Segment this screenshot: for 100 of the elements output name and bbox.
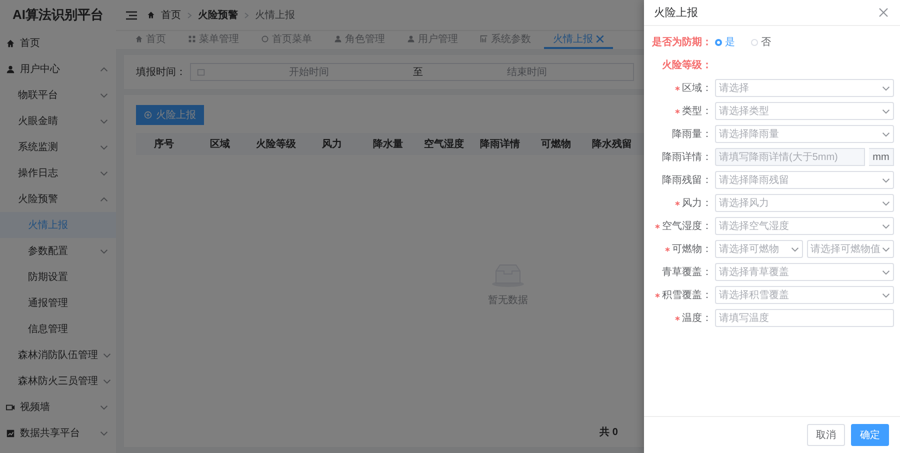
chevron-icon — [100, 404, 108, 410]
select-field[interactable]: 请选择积雪覆盖 — [715, 286, 894, 304]
calendar-icon — [197, 68, 205, 76]
sidebar-item[interactable]: 火险预警 — [0, 186, 116, 212]
chevron-icon — [882, 292, 890, 298]
chevron-icon — [100, 196, 108, 202]
chevron-icon — [882, 178, 890, 182]
chevron-icon — [103, 352, 111, 358]
chevron-icon — [882, 108, 890, 114]
chevron-icon — [882, 86, 890, 90]
select-field[interactable]: 请选择可燃物值 — [806, 240, 894, 258]
sidebar-item[interactable]: 火眼金睛 — [0, 108, 116, 134]
circle-icon — [261, 35, 269, 43]
grid-icon — [188, 35, 196, 43]
sidebar-item[interactable]: 系统监测 — [0, 134, 116, 160]
home-icon — [135, 35, 143, 43]
form-label: 类型： — [682, 106, 712, 117]
select-field[interactable]: 请选择风力 — [715, 194, 894, 212]
home-icon — [147, 11, 155, 19]
select-field[interactable]: 请选择 — [715, 79, 894, 97]
chevron-icon — [100, 170, 108, 176]
form-label: 温度： — [682, 313, 712, 324]
video-camera-icon — [6, 402, 15, 412]
sidebar-item[interactable]: 森林消防队伍管理 — [0, 342, 116, 368]
select-field[interactable]: 请选择降雨量 — [715, 125, 894, 143]
sidebar-item[interactable]: 用户中心 — [0, 56, 116, 82]
sidebar-item[interactable]: 首页 — [0, 30, 116, 56]
date-range-field[interactable]: 开始时间 至 结束时间 — [190, 63, 634, 81]
form-label: 是否为防期： — [651, 36, 713, 49]
sidebar-item[interactable]: 通报管理 — [0, 290, 116, 316]
form-label: 积雪覆盖： — [662, 290, 712, 301]
column-header: 降水量 — [372, 138, 404, 151]
plus-circle-icon — [144, 111, 152, 119]
select-field[interactable]: 请选择类型 — [715, 102, 894, 120]
chevron-icon — [100, 430, 108, 436]
form-label: 可燃物： — [672, 244, 712, 255]
chevron-icon — [790, 246, 798, 252]
total-count: 共 0 — [600, 426, 618, 439]
drawer-title: 火险上报 — [654, 6, 698, 20]
sidebar-item[interactable]: 参数配置 — [0, 238, 116, 264]
column-header: 降雨详情 — [479, 137, 521, 151]
chevron-icon — [100, 144, 108, 150]
radio-option[interactable]: 是 — [715, 35, 735, 49]
chevron-icon — [100, 118, 108, 124]
column-header: 降水残留 — [591, 138, 633, 151]
form-label: 区域： — [682, 83, 712, 94]
form-label: 降雨残留： — [662, 175, 712, 186]
sidebar-item[interactable]: 物联平台 — [0, 82, 116, 108]
sidebar-item[interactable]: 森林防火三员管理 — [0, 368, 116, 394]
form-label: 空气湿度： — [662, 221, 712, 232]
close-icon[interactable] — [596, 35, 604, 43]
column-header: 空气湿度 — [423, 137, 465, 151]
form-label: 降雨量： — [672, 129, 712, 140]
form-label: 风力： — [682, 198, 712, 209]
add-button[interactable]: 火险上报 — [136, 105, 204, 125]
column-header: 火险等级 — [255, 138, 297, 151]
chevron-icon — [103, 378, 111, 384]
tab[interactable]: 火情上报 — [544, 31, 613, 49]
input-field[interactable]: 请填写降雨详情(大于5mm) — [715, 148, 865, 166]
cancel-button[interactable]: 取消 — [807, 424, 845, 446]
radio-option[interactable]: 否 — [751, 35, 771, 49]
chevron-icon — [100, 92, 108, 98]
confirm-button[interactable]: 确定 — [851, 424, 889, 446]
sidebar-item[interactable]: 视频墙 — [0, 394, 116, 420]
form-label: 降雨详情： — [662, 152, 712, 163]
chevron-icon — [244, 12, 249, 18]
select-field[interactable]: 请选择降雨残留 — [715, 171, 894, 189]
chevron-icon — [882, 224, 890, 228]
chevron-icon — [882, 200, 890, 206]
breadcrumb-item[interactable]: 首页 — [161, 8, 181, 22]
unit-label: mm — [869, 148, 894, 166]
user-icon — [6, 64, 15, 74]
select-field[interactable]: 请选择可燃物 — [715, 240, 802, 258]
chevron-icon — [100, 66, 108, 72]
chart-icon — [480, 35, 488, 43]
sidebar-item[interactable]: 操作日志 — [0, 160, 116, 186]
user-icon — [407, 35, 415, 43]
breadcrumb-item: 火情上报 — [255, 8, 295, 22]
column-header: 区域 — [209, 138, 231, 151]
sidebar-item[interactable]: 防期设置 — [0, 264, 116, 290]
select-field[interactable]: 请选择空气湿度 — [715, 217, 894, 235]
close-icon[interactable] — [879, 8, 888, 17]
menu-icon[interactable] — [126, 10, 137, 20]
input-field[interactable]: 请填写温度 — [715, 309, 894, 327]
select-field[interactable]: 请选择青草覆盖 — [715, 263, 894, 281]
column-header: 风力 — [321, 138, 343, 151]
form-label: 青草覆盖： — [662, 267, 712, 278]
filter-label: 填报时间： — [136, 66, 186, 79]
column-header: 序号 — [153, 137, 175, 151]
form-label: 火险等级： — [661, 58, 713, 72]
chevron-icon — [882, 246, 890, 252]
column-header: 可燃物 — [540, 138, 572, 151]
app-title: AI算法识别平台 — [12, 6, 104, 24]
chevron-icon — [882, 270, 890, 274]
breadcrumb-item[interactable]: 火险预警 — [198, 8, 238, 22]
sidebar-item[interactable]: 信息管理 — [0, 316, 116, 342]
sidebar-item[interactable]: 数据共享平台 — [0, 420, 116, 446]
chevron-icon — [187, 12, 192, 18]
chevron-icon — [100, 248, 108, 254]
sidebar-item[interactable]: 火情上报 — [0, 212, 116, 238]
